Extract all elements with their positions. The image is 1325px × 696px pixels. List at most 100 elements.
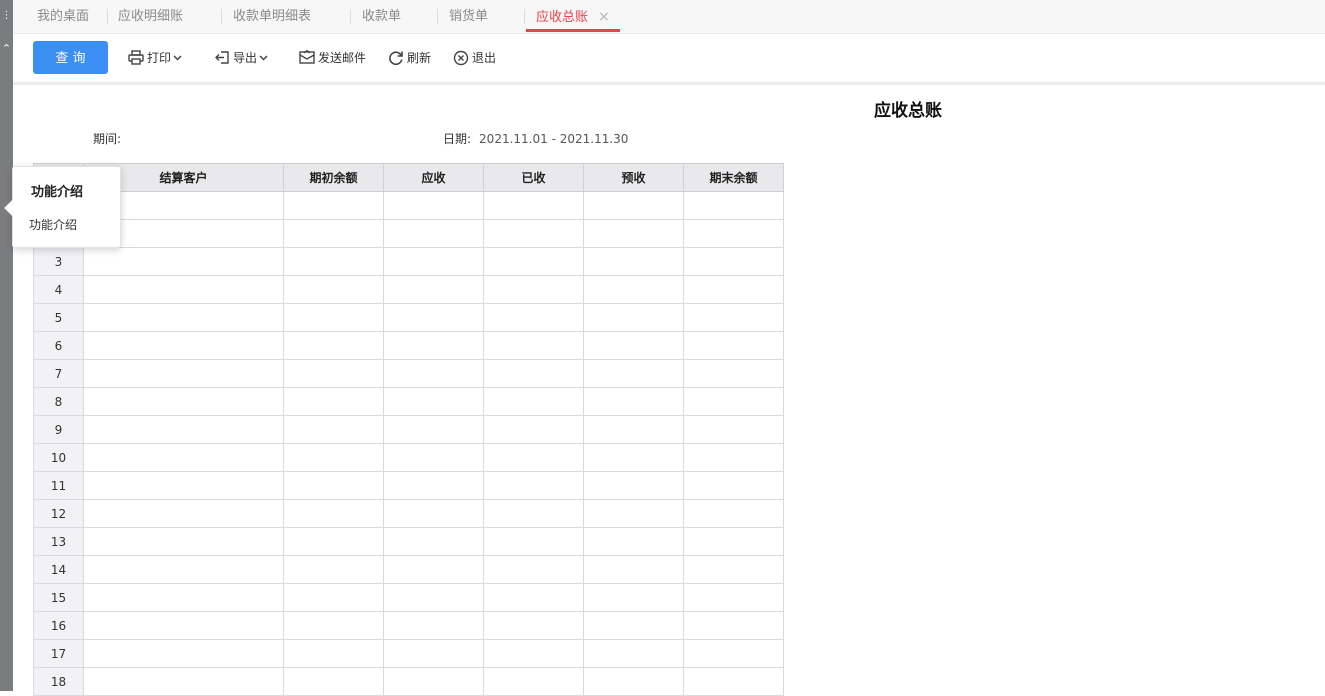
table-cell[interactable]	[283, 611, 384, 640]
table-cell[interactable]	[383, 219, 484, 248]
table-cell[interactable]	[283, 471, 384, 500]
table-cell[interactable]	[483, 219, 584, 248]
table-cell[interactable]	[383, 275, 484, 304]
table-row[interactable]: 1	[33, 191, 784, 220]
table-cell[interactable]	[83, 527, 284, 556]
table-cell[interactable]	[283, 247, 384, 276]
table-cell[interactable]	[283, 527, 384, 556]
table-cell[interactable]	[583, 555, 684, 584]
send-email-button[interactable]: 发送邮件	[299, 34, 366, 82]
table-cell[interactable]	[483, 443, 584, 472]
table-cell[interactable]	[383, 415, 484, 444]
table-cell[interactable]	[83, 471, 284, 500]
table-cell[interactable]	[583, 583, 684, 612]
table-cell[interactable]	[383, 639, 484, 668]
table-row[interactable]: 18	[33, 667, 784, 696]
table-cell[interactable]	[483, 527, 584, 556]
table-cell[interactable]	[383, 667, 484, 696]
table-cell[interactable]	[683, 303, 784, 332]
popover-item-feature-intro[interactable]: 功能介绍	[29, 216, 77, 233]
table-cell[interactable]	[83, 639, 284, 668]
table-cell[interactable]	[583, 387, 684, 416]
query-button[interactable]: 查 询	[33, 41, 108, 74]
table-cell[interactable]	[383, 555, 484, 584]
table-cell[interactable]	[683, 639, 784, 668]
table-row[interactable]: 2	[33, 219, 784, 248]
table-cell[interactable]	[383, 527, 484, 556]
table-cell[interactable]	[583, 331, 684, 360]
table-row[interactable]: 15	[33, 583, 784, 612]
export-button[interactable]: 导出	[214, 34, 271, 82]
table-cell[interactable]	[483, 639, 584, 668]
tab-receipt[interactable]: 收款单	[362, 0, 401, 33]
table-row[interactable]: 16	[33, 611, 784, 640]
tab-receivable-detail-ledger[interactable]: 应收明细账	[118, 0, 183, 33]
table-row[interactable]: 5	[33, 303, 784, 332]
table-cell[interactable]	[83, 247, 284, 276]
table-cell[interactable]	[583, 275, 684, 304]
table-row[interactable]: 12	[33, 499, 784, 528]
table-cell[interactable]	[583, 611, 684, 640]
table-cell[interactable]	[83, 583, 284, 612]
table-cell[interactable]	[383, 443, 484, 472]
column-header[interactable]: 期末余额	[683, 163, 784, 192]
table-row[interactable]: 10	[33, 443, 784, 472]
table-cell[interactable]	[683, 415, 784, 444]
table-cell[interactable]	[483, 359, 584, 388]
table-cell[interactable]	[683, 611, 784, 640]
table-cell[interactable]	[283, 387, 384, 416]
table-cell[interactable]	[583, 667, 684, 696]
table-cell[interactable]	[383, 191, 484, 220]
table-cell[interactable]	[583, 499, 684, 528]
table-cell[interactable]	[683, 247, 784, 276]
table-cell[interactable]	[683, 191, 784, 220]
table-cell[interactable]	[583, 471, 684, 500]
table-cell[interactable]	[83, 415, 284, 444]
table-cell[interactable]	[283, 499, 384, 528]
table-cell[interactable]	[683, 443, 784, 472]
table-cell[interactable]	[583, 247, 684, 276]
table-cell[interactable]	[683, 583, 784, 612]
table-cell[interactable]	[83, 387, 284, 416]
table-cell[interactable]	[483, 303, 584, 332]
table-cell[interactable]	[283, 583, 384, 612]
table-row[interactable]: 7	[33, 359, 784, 388]
tab-receipt-detail-report[interactable]: 收款单明细表	[233, 0, 311, 33]
table-cell[interactable]	[283, 555, 384, 584]
table-cell[interactable]	[583, 219, 684, 248]
table-cell[interactable]	[483, 331, 584, 360]
table-cell[interactable]	[583, 359, 684, 388]
table-cell[interactable]	[683, 499, 784, 528]
table-cell[interactable]	[83, 331, 284, 360]
table-cell[interactable]	[483, 499, 584, 528]
table-cell[interactable]	[283, 219, 384, 248]
tab-sales-order[interactable]: 销货单	[449, 0, 488, 33]
print-button[interactable]: 打印	[128, 34, 185, 82]
table-cell[interactable]	[583, 639, 684, 668]
table-row[interactable]: 8	[33, 387, 784, 416]
table-cell[interactable]	[583, 527, 684, 556]
table-cell[interactable]	[383, 387, 484, 416]
table-row[interactable]: 6	[33, 331, 784, 360]
table-row[interactable]: 4	[33, 275, 784, 304]
table-cell[interactable]	[483, 247, 584, 276]
table-cell[interactable]	[283, 667, 384, 696]
table-cell[interactable]	[383, 303, 484, 332]
table-cell[interactable]	[283, 191, 384, 220]
table-cell[interactable]	[83, 359, 284, 388]
table-cell[interactable]	[383, 499, 484, 528]
chevron-up-icon[interactable]: ⌃	[0, 42, 13, 56]
table-cell[interactable]	[83, 499, 284, 528]
refresh-button[interactable]: 刷新	[388, 34, 431, 82]
table-cell[interactable]	[83, 303, 284, 332]
table-cell[interactable]	[283, 303, 384, 332]
table-cell[interactable]	[83, 611, 284, 640]
table-cell[interactable]	[83, 555, 284, 584]
table-cell[interactable]	[83, 667, 284, 696]
table-cell[interactable]	[283, 275, 384, 304]
table-cell[interactable]	[483, 275, 584, 304]
table-cell[interactable]	[483, 471, 584, 500]
column-header[interactable]: 应收	[383, 163, 484, 192]
left-collapse-strip[interactable]: ⋮ ⌃	[0, 0, 13, 691]
column-header[interactable]: 已收	[483, 163, 584, 192]
